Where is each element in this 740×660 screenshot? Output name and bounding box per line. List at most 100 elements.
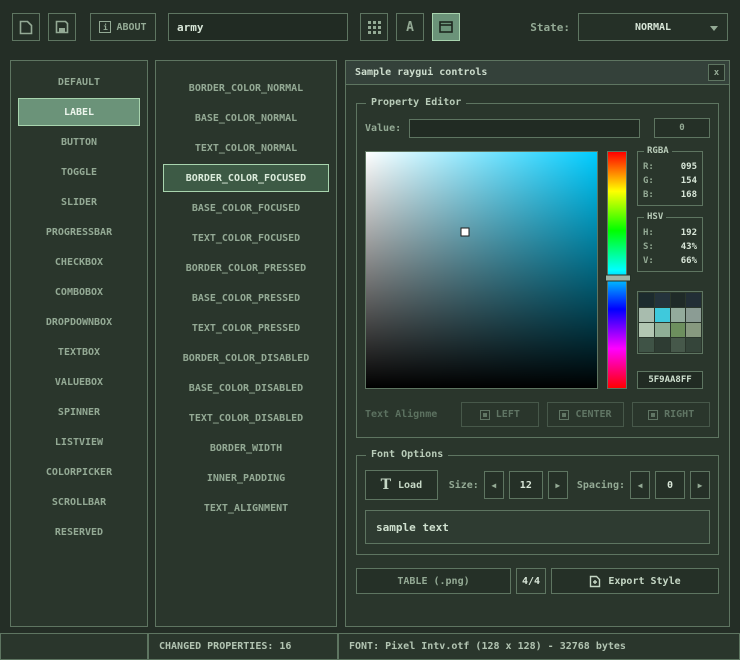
control-item-default[interactable]: DEFAULT: [18, 68, 140, 96]
controls-list: DEFAULT LABEL BUTTON TOGGLE SLIDER PROGR…: [10, 60, 148, 627]
control-item-toggle[interactable]: TOGGLE: [18, 158, 140, 186]
state-value: NORMAL: [635, 22, 671, 33]
value-button[interactable]: 0: [654, 118, 710, 138]
page-indicator[interactable]: 4/4: [516, 568, 546, 594]
swatch[interactable]: [655, 293, 670, 307]
swatch[interactable]: [639, 338, 654, 352]
control-item-listview[interactable]: LISTVIEW: [18, 428, 140, 456]
property-item-border-width[interactable]: BORDER_WIDTH: [163, 434, 329, 462]
new-file-icon: [19, 20, 33, 35]
align-center-button[interactable]: CENTER: [547, 402, 625, 427]
spacing-value-box[interactable]: 0: [655, 471, 685, 499]
style-name-input[interactable]: [168, 13, 348, 41]
swatch[interactable]: [671, 338, 686, 352]
property-item-text-color-normal[interactable]: TEXT_COLOR_NORMAL: [163, 134, 329, 162]
swatch[interactable]: [686, 293, 701, 307]
export-format-dropdown[interactable]: TABLE (.png): [356, 568, 511, 594]
swatch[interactable]: [639, 308, 654, 322]
load-font-button[interactable]: T Load: [365, 470, 438, 500]
saturation-value-panel[interactable]: [365, 151, 598, 389]
control-item-checkbox[interactable]: CHECKBOX: [18, 248, 140, 276]
control-item-reserved[interactable]: RESERVED: [18, 518, 140, 546]
property-item-border-color-disabled[interactable]: BORDER_COLOR_DISABLED: [163, 344, 329, 372]
size-value-box[interactable]: 12: [509, 471, 543, 499]
color-info-column: RGBA R:095 G:154 B:168 HSV H:192 S:43% V…: [637, 151, 703, 389]
properties-list: BORDER_COLOR_NORMAL BASE_COLOR_NORMAL TE…: [155, 60, 337, 627]
controls-view-button[interactable]: [432, 13, 460, 41]
text-alignment-label: Text Alignme: [365, 409, 453, 420]
swatch[interactable]: [655, 323, 670, 337]
size-label: Size:: [449, 480, 479, 491]
value-row: Value: 0: [365, 118, 710, 138]
hex-value-box[interactable]: 5F9AA8FF: [637, 371, 703, 389]
control-item-colorpicker[interactable]: COLORPICKER: [18, 458, 140, 486]
control-item-slider[interactable]: SLIDER: [18, 188, 140, 216]
control-item-spinner[interactable]: SPINNER: [18, 398, 140, 426]
rgba-b-row: B:168: [643, 188, 697, 202]
swatch[interactable]: [686, 323, 701, 337]
control-item-button[interactable]: BUTTON: [18, 128, 140, 156]
property-item-text-color-focused[interactable]: TEXT_COLOR_FOCUSED: [163, 224, 329, 252]
control-item-combobox[interactable]: COMBOBOX: [18, 278, 140, 306]
size-increment-button[interactable]: ▶: [548, 471, 568, 499]
property-item-inner-padding[interactable]: INNER_PADDING: [163, 464, 329, 492]
property-item-base-color-normal[interactable]: BASE_COLOR_NORMAL: [163, 104, 329, 132]
close-button[interactable]: x: [708, 64, 725, 81]
control-item-label[interactable]: LABEL: [18, 98, 140, 126]
swatch[interactable]: [671, 323, 686, 337]
control-item-textbox[interactable]: TEXTBOX: [18, 338, 140, 366]
property-item-border-color-pressed[interactable]: BORDER_COLOR_PRESSED: [163, 254, 329, 282]
color-marker[interactable]: [461, 228, 470, 237]
align-center-icon: [559, 410, 569, 420]
rgba-g-row: G:154: [643, 174, 697, 188]
swatch[interactable]: [671, 293, 686, 307]
grid-view-button[interactable]: [360, 13, 388, 41]
swatch[interactable]: [655, 308, 670, 322]
export-row: TABLE (.png) 4/4 Export Style: [356, 568, 719, 594]
control-item-valuebox[interactable]: VALUEBOX: [18, 368, 140, 396]
toolbar: i ABOUT A State: NORMAL: [0, 0, 740, 54]
save-style-button[interactable]: [48, 13, 76, 41]
swatch[interactable]: [655, 338, 670, 352]
state-dropdown[interactable]: NORMAL: [578, 13, 728, 41]
swatch[interactable]: [686, 308, 701, 322]
property-item-border-color-normal[interactable]: BORDER_COLOR_NORMAL: [163, 74, 329, 102]
hue-bar[interactable]: [607, 151, 627, 389]
control-item-scrollbar[interactable]: SCROLLBAR: [18, 488, 140, 516]
status-segment-left: [0, 633, 148, 660]
about-button[interactable]: i ABOUT: [90, 13, 156, 41]
align-right-button[interactable]: RIGHT: [632, 402, 710, 427]
property-item-border-color-focused[interactable]: BORDER_COLOR_FOCUSED: [163, 164, 329, 192]
property-item-text-color-disabled[interactable]: TEXT_COLOR_DISABLED: [163, 404, 329, 432]
hsv-group: HSV H:192 S:43% V:66%: [637, 217, 703, 272]
hue-marker[interactable]: [605, 274, 631, 281]
align-left-button[interactable]: LEFT: [461, 402, 539, 427]
property-item-base-color-focused[interactable]: BASE_COLOR_FOCUSED: [163, 194, 329, 222]
rgba-group: RGBA R:095 G:154 B:168: [637, 151, 703, 206]
hsv-s-row: S:43%: [643, 240, 697, 254]
spacing-decrement-button[interactable]: ◀: [630, 471, 650, 499]
spacing-increment-button[interactable]: ▶: [690, 471, 710, 499]
swatch[interactable]: [639, 293, 654, 307]
status-bar: CHANGED PROPERTIES: 16 FONT: Pixel Intv.…: [0, 633, 740, 660]
window-titlebar[interactable]: Sample raygui controls x: [346, 61, 729, 85]
font-view-button[interactable]: A: [396, 13, 424, 41]
size-decrement-button[interactable]: ◀: [484, 471, 504, 499]
property-item-text-color-pressed[interactable]: TEXT_COLOR_PRESSED: [163, 314, 329, 342]
swatch[interactable]: [686, 338, 701, 352]
save-icon: [55, 20, 69, 34]
font-options-label: Font Options: [366, 449, 448, 460]
control-item-progressbar[interactable]: PROGRESSBAR: [18, 218, 140, 246]
control-item-dropdownbox[interactable]: DROPDOWNBOX: [18, 308, 140, 336]
status-changed-properties: CHANGED PROPERTIES: 16: [148, 633, 338, 660]
swatch[interactable]: [671, 308, 686, 322]
property-item-text-alignment[interactable]: TEXT_ALIGNMENT: [163, 494, 329, 522]
export-style-button[interactable]: Export Style: [551, 568, 719, 594]
window-title: Sample raygui controls: [355, 67, 487, 78]
property-item-base-color-disabled[interactable]: BASE_COLOR_DISABLED: [163, 374, 329, 402]
new-style-button[interactable]: [12, 13, 40, 41]
property-item-base-color-pressed[interactable]: BASE_COLOR_PRESSED: [163, 284, 329, 312]
swatch[interactable]: [639, 323, 654, 337]
value-input[interactable]: [409, 119, 640, 138]
sample-text-input[interactable]: [365, 510, 710, 544]
